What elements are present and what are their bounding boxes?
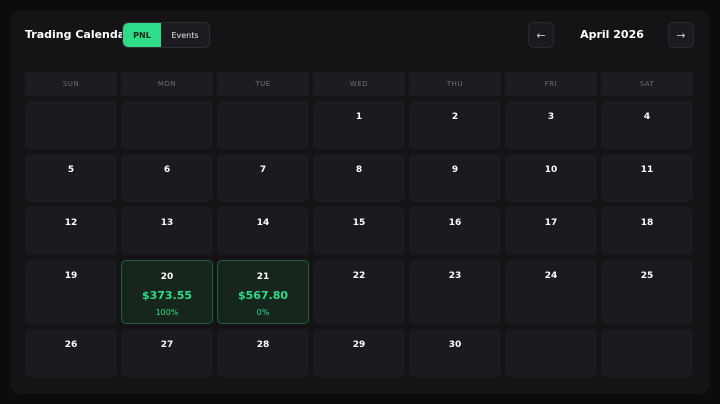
day-cell[interactable]: 14 — [217, 207, 309, 255]
empty-day-cell — [601, 329, 693, 377]
day-cell[interactable]: 29 — [313, 329, 405, 377]
day-cell-profit[interactable]: 20 $373.55 100% — [121, 260, 213, 324]
day-number: 7 — [259, 165, 267, 175]
day-number: 30 — [448, 340, 462, 350]
day-number: 23 — [448, 271, 462, 281]
week-row: 1 2 3 4 — [25, 101, 695, 149]
day-cell[interactable]: 30 — [409, 329, 501, 377]
weekday-header: MON — [121, 72, 213, 96]
day-cell[interactable]: 2 — [409, 101, 501, 149]
day-number: 12 — [64, 218, 78, 228]
day-number: 27 — [160, 340, 174, 350]
arrow-right-icon: → — [676, 28, 686, 42]
day-number: 21 — [256, 272, 270, 282]
day-number: 19 — [64, 271, 78, 281]
weekday-header: THU — [409, 72, 501, 96]
pnl-toggle-button[interactable]: PNL — [123, 23, 161, 47]
day-number: 22 — [352, 271, 366, 281]
day-cell[interactable]: 11 — [601, 154, 693, 202]
weekday-header: FRI — [505, 72, 597, 96]
day-number: 9 — [451, 165, 459, 175]
arrow-left-icon: ← — [536, 28, 546, 42]
day-cell[interactable]: 26 — [25, 329, 117, 377]
week-row: 5 6 7 8 9 10 11 — [25, 154, 695, 202]
calendar-panel: Trading Calendar PNL Events ← April 2026… — [10, 10, 710, 394]
day-cell[interactable]: 3 — [505, 101, 597, 149]
empty-day-cell — [505, 329, 597, 377]
day-cell[interactable]: 10 — [505, 154, 597, 202]
day-cell[interactable]: 5 — [25, 154, 117, 202]
day-number: 5 — [67, 165, 75, 175]
day-number: 17 — [544, 218, 558, 228]
page-title: Trading Calendar — [25, 28, 131, 41]
empty-day-cell — [217, 101, 309, 149]
day-number: 13 — [160, 218, 174, 228]
empty-day-cell — [121, 101, 213, 149]
day-cell[interactable]: 16 — [409, 207, 501, 255]
day-number: 26 — [64, 340, 78, 350]
weekday-header: SUN — [25, 72, 117, 96]
day-pnl-value: $373.55 — [141, 289, 193, 302]
day-number: 20 — [160, 272, 174, 282]
week-row: 26 27 28 29 30 — [25, 329, 695, 377]
day-number: 24 — [544, 271, 558, 281]
calendar-grid: SUN MON TUE WED THU FRI SAT 1 2 3 4 5 6 … — [25, 72, 695, 382]
weekday-header-row: SUN MON TUE WED THU FRI SAT — [25, 72, 695, 96]
day-cell[interactable]: 7 — [217, 154, 309, 202]
day-cell-profit[interactable]: 21 $567.80 0% — [217, 260, 309, 324]
day-cell[interactable]: 27 — [121, 329, 213, 377]
weekday-header: WED — [313, 72, 405, 96]
day-cell[interactable]: 1 — [313, 101, 405, 149]
day-number: 28 — [256, 340, 270, 350]
day-number: 11 — [640, 165, 654, 175]
day-cell[interactable]: 13 — [121, 207, 213, 255]
day-number: 18 — [640, 218, 654, 228]
day-cell[interactable]: 15 — [313, 207, 405, 255]
weekday-header: SAT — [601, 72, 693, 96]
day-number: 3 — [547, 112, 555, 122]
day-number: 1 — [355, 112, 363, 122]
day-cell[interactable]: 17 — [505, 207, 597, 255]
day-number: 4 — [643, 112, 651, 122]
day-cell[interactable]: 18 — [601, 207, 693, 255]
day-number: 6 — [163, 165, 171, 175]
day-cell[interactable]: 22 — [313, 260, 405, 324]
day-cell[interactable]: 19 — [25, 260, 117, 324]
week-row: 12 13 14 15 16 17 18 — [25, 207, 695, 255]
day-cell[interactable]: 4 — [601, 101, 693, 149]
day-number: 16 — [448, 218, 462, 228]
day-number: 15 — [352, 218, 366, 228]
previous-month-button[interactable]: ← — [528, 22, 554, 48]
week-row: 19 20 $373.55 100% 21 $567.80 0% 22 23 2… — [25, 260, 695, 324]
next-month-button[interactable]: → — [668, 22, 694, 48]
day-cell[interactable]: 24 — [505, 260, 597, 324]
day-number: 8 — [355, 165, 363, 175]
events-toggle-button[interactable]: Events — [161, 23, 209, 47]
day-number: 2 — [451, 112, 459, 122]
day-cell[interactable]: 9 — [409, 154, 501, 202]
day-pnl-value: $567.80 — [237, 289, 289, 302]
day-number: 14 — [256, 218, 270, 228]
day-number: 10 — [544, 165, 558, 175]
day-cell[interactable]: 28 — [217, 329, 309, 377]
day-pnl-percent: 0% — [256, 308, 270, 317]
day-cell[interactable]: 6 — [121, 154, 213, 202]
day-number: 29 — [352, 340, 366, 350]
day-cell[interactable]: 23 — [409, 260, 501, 324]
month-label: April 2026 — [580, 28, 644, 41]
empty-day-cell — [25, 101, 117, 149]
day-cell[interactable]: 8 — [313, 154, 405, 202]
day-cell[interactable]: 25 — [601, 260, 693, 324]
day-pnl-percent: 100% — [155, 308, 179, 317]
day-number: 25 — [640, 271, 654, 281]
day-cell[interactable]: 12 — [25, 207, 117, 255]
view-toggle: PNL Events — [122, 22, 210, 48]
weekday-header: TUE — [217, 72, 309, 96]
